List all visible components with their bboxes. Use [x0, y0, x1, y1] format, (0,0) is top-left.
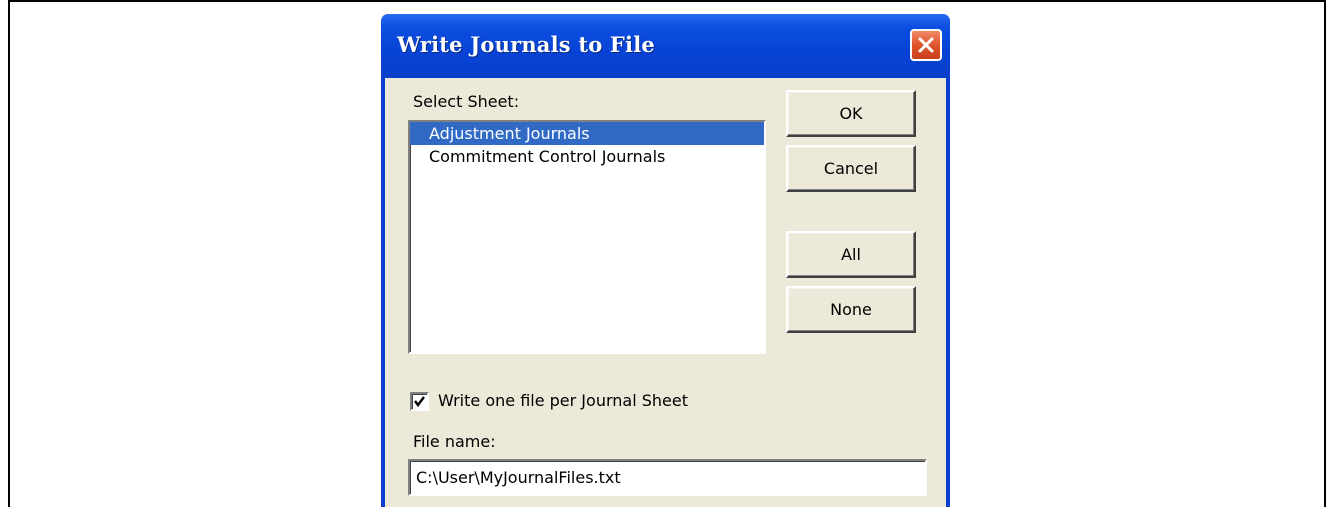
- write-one-file-checkbox[interactable]: [410, 392, 429, 411]
- sheet-list-item-commitment-control-journals[interactable]: Commitment Control Journals: [410, 145, 764, 168]
- dialog-title: Write Journals to File: [397, 32, 655, 57]
- none-button[interactable]: None: [786, 286, 916, 333]
- file-name-input[interactable]: [408, 459, 927, 496]
- sheet-listbox[interactable]: Adjustment Journals Commitment Control J…: [408, 120, 766, 354]
- sheet-list-item-adjustment-journals[interactable]: Adjustment Journals: [410, 122, 764, 145]
- write-journals-dialog: Write Journals to File Select Sheet: Adj…: [381, 14, 950, 507]
- dialog-titlebar[interactable]: Write Journals to File: [381, 14, 950, 78]
- close-icon: [918, 37, 934, 53]
- close-button[interactable]: [910, 29, 942, 61]
- ok-button[interactable]: OK: [786, 90, 916, 137]
- all-button[interactable]: All: [786, 231, 916, 278]
- dialog-client-area: Select Sheet: Adjustment Journals Commit…: [385, 78, 946, 507]
- select-sheet-label: Select Sheet:: [413, 92, 520, 111]
- file-name-label: File name:: [413, 432, 496, 451]
- write-one-file-label[interactable]: Write one file per Journal Sheet: [438, 391, 688, 410]
- checkmark-icon: [414, 396, 425, 407]
- cancel-button[interactable]: Cancel: [786, 145, 916, 192]
